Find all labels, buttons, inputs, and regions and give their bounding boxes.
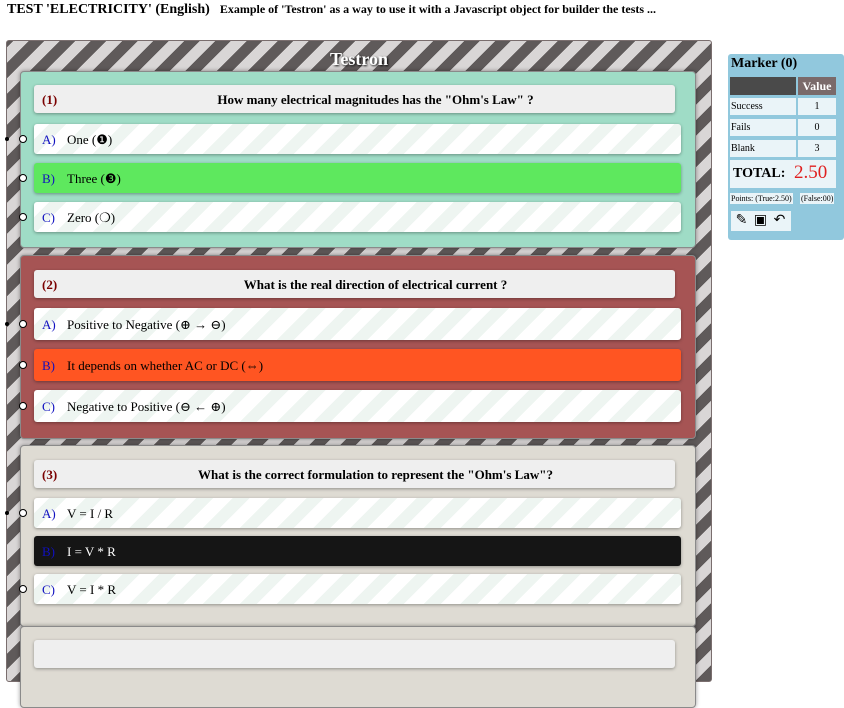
marker-panel: Marker (0) Value Success 1 Fails 0 Blank… xyxy=(728,54,844,240)
option-c[interactable]: C) Negative to Positive (⊖ ← ⊕) xyxy=(19,390,681,422)
option-radio[interactable] xyxy=(19,320,27,328)
question-2: (2) What is the real direction of electr… xyxy=(5,255,696,439)
option-radio[interactable] xyxy=(19,402,27,410)
question-number: (2) xyxy=(42,277,58,292)
option-a[interactable]: A) V = I / R xyxy=(5,498,681,528)
marker-header-value: Value xyxy=(798,77,836,95)
option-b-selected[interactable]: B) Three (❸) xyxy=(19,163,681,193)
marker-title: Marker (0) xyxy=(731,56,798,71)
save-icon[interactable]: ▣ xyxy=(752,212,769,229)
option-radio[interactable] xyxy=(19,135,27,143)
option-text: One (❶) xyxy=(67,132,113,147)
question-number: (3) xyxy=(42,467,58,482)
question-text: How many electrical magnitudes has the "… xyxy=(217,92,534,107)
testron-title: Testron xyxy=(329,49,389,69)
option-a[interactable]: A) Positive to Negative (⊕ → ⊖) xyxy=(5,308,681,340)
question-header xyxy=(34,640,675,668)
total-value: 2.50 xyxy=(794,162,828,183)
marker-blank-value: 3 xyxy=(798,140,836,157)
option-text: Three (❸) xyxy=(67,171,121,186)
edit-icon[interactable]: ✎ xyxy=(733,212,750,229)
total-box: TOTAL: 2.50 xyxy=(730,160,836,188)
marker-blank-label: Blank xyxy=(730,140,796,157)
points-false: (False:00) xyxy=(800,193,835,204)
marker-success-label: Success xyxy=(730,98,796,115)
points-true: Points: (True:2.50) xyxy=(730,193,793,204)
marker-fails-value: 0 xyxy=(798,119,836,136)
testron-panel: Testron (1) How many electrical magnitud… xyxy=(5,40,712,708)
bullet-marker xyxy=(5,322,9,326)
option-letter: C) xyxy=(42,210,55,225)
question-header: (3) What is the correct formulation to r… xyxy=(34,460,675,488)
option-text: V = I * R xyxy=(67,582,116,597)
option-a[interactable]: A) One (❶) xyxy=(5,124,681,154)
option-text: Positive to Negative (⊕ → ⊖) xyxy=(67,317,226,332)
marker-success-value: 1 xyxy=(798,98,836,115)
option-radio[interactable] xyxy=(19,585,27,593)
question-1: (1) How many electrical magnitudes has t… xyxy=(5,71,696,248)
marker-fails-label: Fails xyxy=(730,119,796,136)
question-header: (1) How many electrical magnitudes has t… xyxy=(34,85,675,113)
question-text: What is the correct formulation to repre… xyxy=(198,467,553,482)
option-text: Negative to Positive (⊖ ← ⊕) xyxy=(67,399,226,414)
option-radio[interactable] xyxy=(19,174,27,182)
option-c[interactable]: C) V = I * R xyxy=(19,574,681,604)
option-text: V = I / R xyxy=(67,506,114,521)
option-radio[interactable] xyxy=(19,213,27,221)
undo-icon[interactable]: ↶ xyxy=(771,212,788,229)
bullet-marker xyxy=(5,511,9,515)
marker-header-blank xyxy=(730,77,796,95)
option-letter: B) xyxy=(42,544,55,559)
page-title: TEST 'ELECTRICITY' (English) xyxy=(7,2,210,16)
option-letter: C) xyxy=(42,582,55,597)
option-radio[interactable] xyxy=(19,509,27,517)
option-b-selected[interactable]: B) It depends on whether AC or DC (⇔) xyxy=(19,349,681,381)
option-b-selected[interactable]: B) I = V * R xyxy=(34,536,681,566)
page-header: TEST 'ELECTRICITY' (English) Example of … xyxy=(7,0,837,16)
option-letter: A) xyxy=(42,506,56,521)
option-c[interactable]: C) Zero (❍) xyxy=(19,202,681,232)
option-letter: B) xyxy=(42,171,55,186)
option-letter: A) xyxy=(42,132,56,147)
bullet-marker xyxy=(5,137,9,141)
question-text: What is the real direction of electrical… xyxy=(243,277,508,292)
option-text: Zero (❍) xyxy=(67,210,116,225)
total-label: TOTAL: xyxy=(733,166,786,181)
question-3: (3) What is the correct formulation to r… xyxy=(5,445,696,627)
question-number: (1) xyxy=(42,92,58,107)
option-letter: A) xyxy=(42,317,56,332)
option-text: It depends on whether AC or DC (⇔) xyxy=(67,358,264,373)
page-subtitle: Example of 'Testron' as a way to use it … xyxy=(219,2,657,16)
option-letter: C) xyxy=(42,399,55,414)
question-header: (2) What is the real direction of electr… xyxy=(34,270,675,298)
option-radio[interactable] xyxy=(19,361,27,369)
marker-toolbar: ✎ ▣ ↶ xyxy=(731,211,791,231)
option-text: I = V * R xyxy=(67,544,116,559)
option-letter: B) xyxy=(42,358,55,373)
question-4 xyxy=(20,626,696,708)
